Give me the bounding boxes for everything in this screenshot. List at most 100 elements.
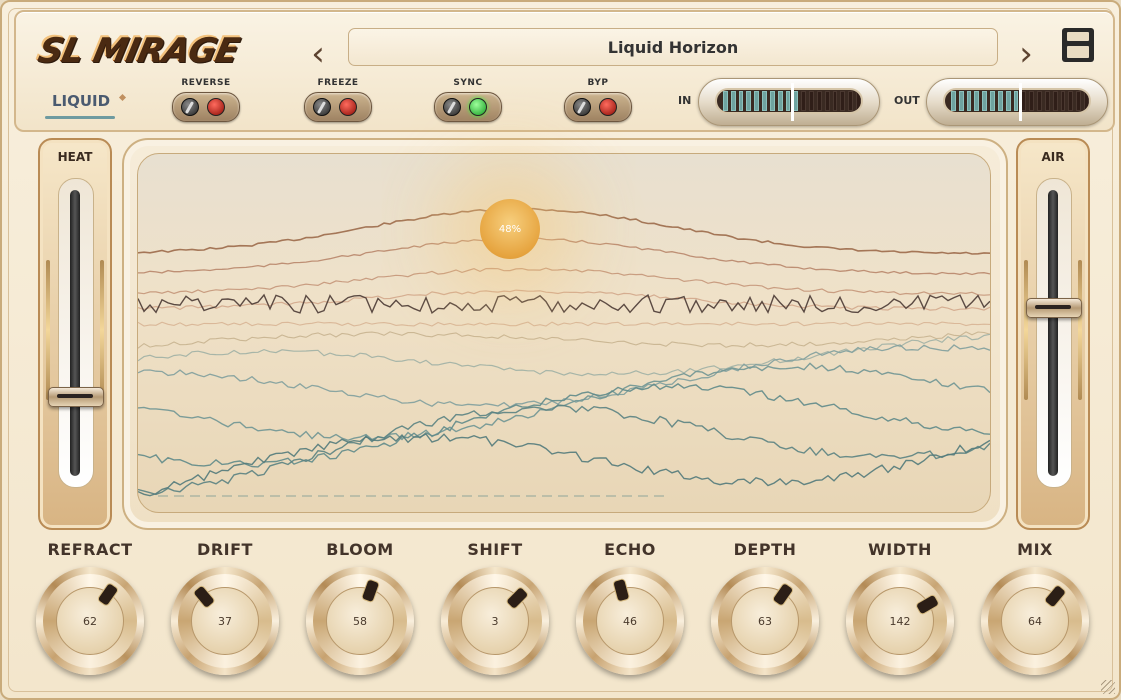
reverse-led-icon [207, 98, 225, 116]
mix-knob[interactable]: 64 [981, 567, 1089, 675]
reverse-toggle[interactable] [172, 92, 240, 122]
freeze-toggle[interactable] [304, 92, 372, 122]
bypass-led-icon [599, 98, 617, 116]
meter-segment [1044, 91, 1050, 111]
meter-segment [1029, 91, 1035, 111]
heat-slider-panel: HEAT [38, 138, 112, 530]
knob-pointer-wrap [291, 552, 429, 690]
waveform-lines [138, 207, 990, 497]
meter-segment [1076, 91, 1082, 111]
save-icon-label [1067, 46, 1089, 58]
switch-byp: BYP [562, 78, 634, 122]
knob-pointer-icon [360, 578, 381, 604]
meter-segment [1060, 91, 1066, 111]
tab-liquid[interactable]: LIQUID [46, 92, 116, 110]
meter-segment [1052, 91, 1058, 111]
freeze-led-icon [339, 98, 357, 116]
toggle-lever-icon [443, 98, 461, 116]
knob-pointer-icon [504, 585, 530, 611]
preset-name-display[interactable]: Liquid Horizon [348, 28, 998, 66]
output-meter [926, 78, 1108, 126]
meter-segment [840, 91, 846, 111]
knob-pointer-icon [1043, 583, 1068, 609]
switch-label: BYP [587, 78, 609, 88]
meter-segment [1068, 91, 1074, 111]
plugin-window: SL MIRAGE SL MIRAGE ‹ Liquid Horizon › L… [0, 0, 1121, 700]
toggle-lever-icon [181, 98, 199, 116]
knob-pointer-icon [96, 581, 120, 608]
sync-toggle[interactable] [434, 92, 502, 122]
knob-pointer-icon [191, 584, 217, 610]
knob-label: WIDTH [868, 540, 932, 559]
refract-knob[interactable]: 62 [36, 567, 144, 675]
meter-segment [809, 91, 814, 111]
meter-segment [990, 91, 995, 111]
meter-segment [769, 91, 775, 111]
resize-grip-icon[interactable] [1101, 680, 1115, 694]
prev-preset-button[interactable]: ‹ [304, 34, 332, 74]
switch-sync: SYNC [432, 78, 504, 122]
meter-segment [746, 91, 752, 111]
knob-pointer-wrap [690, 546, 840, 696]
header-panel: SL MIRAGE SL MIRAGE ‹ Liquid Horizon › L… [14, 10, 1115, 132]
meter-segment [1005, 91, 1011, 111]
meter-segment [824, 91, 830, 111]
input-meter-marker [791, 83, 794, 121]
next-preset-button[interactable]: › [1012, 34, 1040, 74]
save-icon-slot [1067, 32, 1089, 41]
air-slider-handle[interactable] [1026, 298, 1082, 318]
air-rail-right [1078, 260, 1082, 400]
meter-segment [966, 91, 972, 111]
knob-pointer-icon [612, 577, 631, 603]
knob-depth: DEPTH 63 [705, 540, 825, 675]
meter-segment [997, 91, 1003, 111]
meter-segment [1037, 91, 1042, 111]
sun-orb-control[interactable]: 48% [480, 199, 540, 259]
knob-pointer-wrap [564, 555, 696, 687]
meter-segment [801, 91, 807, 111]
meter-segment [958, 91, 964, 111]
wave-line [138, 383, 990, 468]
meter-segment [951, 91, 956, 111]
bypass-toggle[interactable] [564, 92, 632, 122]
switch-reverse: REVERSE [170, 78, 242, 122]
toggle-lever-icon [573, 98, 591, 116]
switch-label: FREEZE [317, 78, 359, 88]
heat-label: HEAT [57, 150, 93, 164]
waveform-display[interactable] [137, 153, 991, 513]
bloom-knob[interactable]: 58 [306, 567, 414, 675]
shift-knob[interactable]: 3 [441, 567, 549, 675]
knob-pointer-wrap [419, 545, 572, 698]
knob-mix: MIX 64 [975, 540, 1095, 675]
meter-segment [848, 91, 854, 111]
knob-echo: ECHO 46 [570, 540, 690, 675]
air-slider-track[interactable] [1048, 190, 1058, 476]
output-meter-marker [1019, 83, 1022, 121]
switch-freeze: FREEZE [302, 78, 374, 122]
wave-line [138, 331, 990, 349]
meter-segment [754, 91, 760, 111]
in-meter-label: IN [678, 94, 692, 107]
heat-slider-track[interactable] [70, 190, 80, 476]
echo-knob[interactable]: 46 [576, 567, 684, 675]
preset-name: Liquid Horizon [607, 37, 739, 57]
wave-line [138, 321, 990, 327]
knob-pointer-icon [771, 581, 795, 608]
knob-pointer-wrap [149, 545, 301, 697]
logo: SL MIRAGE [33, 30, 242, 70]
width-knob[interactable]: 142 [846, 567, 954, 675]
depth-knob[interactable]: 63 [711, 567, 819, 675]
heat-slider-handle[interactable] [48, 387, 104, 408]
meter-segment [856, 91, 861, 111]
air-rail-left [1024, 260, 1028, 400]
knob-pointer-icon [914, 593, 941, 616]
meter-segment [974, 91, 980, 111]
wave-line [138, 433, 990, 497]
air-slider-panel: AIR [1016, 138, 1090, 530]
drift-knob[interactable]: 37 [171, 567, 279, 675]
save-icon[interactable] [1062, 28, 1094, 62]
switch-label: REVERSE [181, 78, 231, 88]
wave-line [138, 344, 990, 408]
wave-line [138, 267, 990, 296]
knob-bloom: BLOOM 58 [300, 540, 420, 675]
